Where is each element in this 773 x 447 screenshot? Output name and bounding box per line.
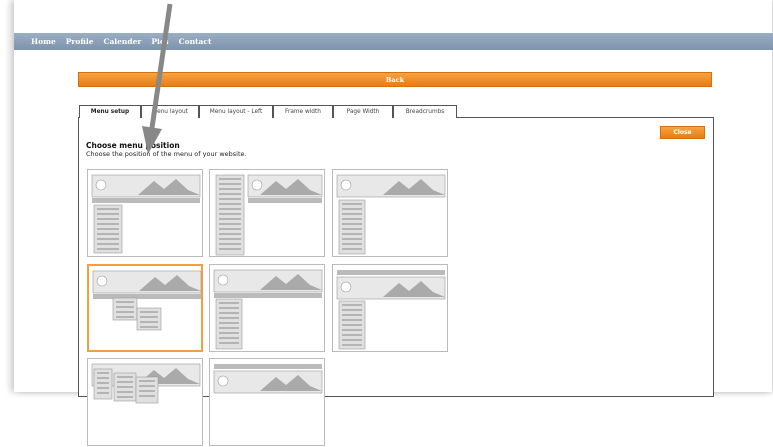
arrow-pointer-icon (142, 3, 173, 154)
